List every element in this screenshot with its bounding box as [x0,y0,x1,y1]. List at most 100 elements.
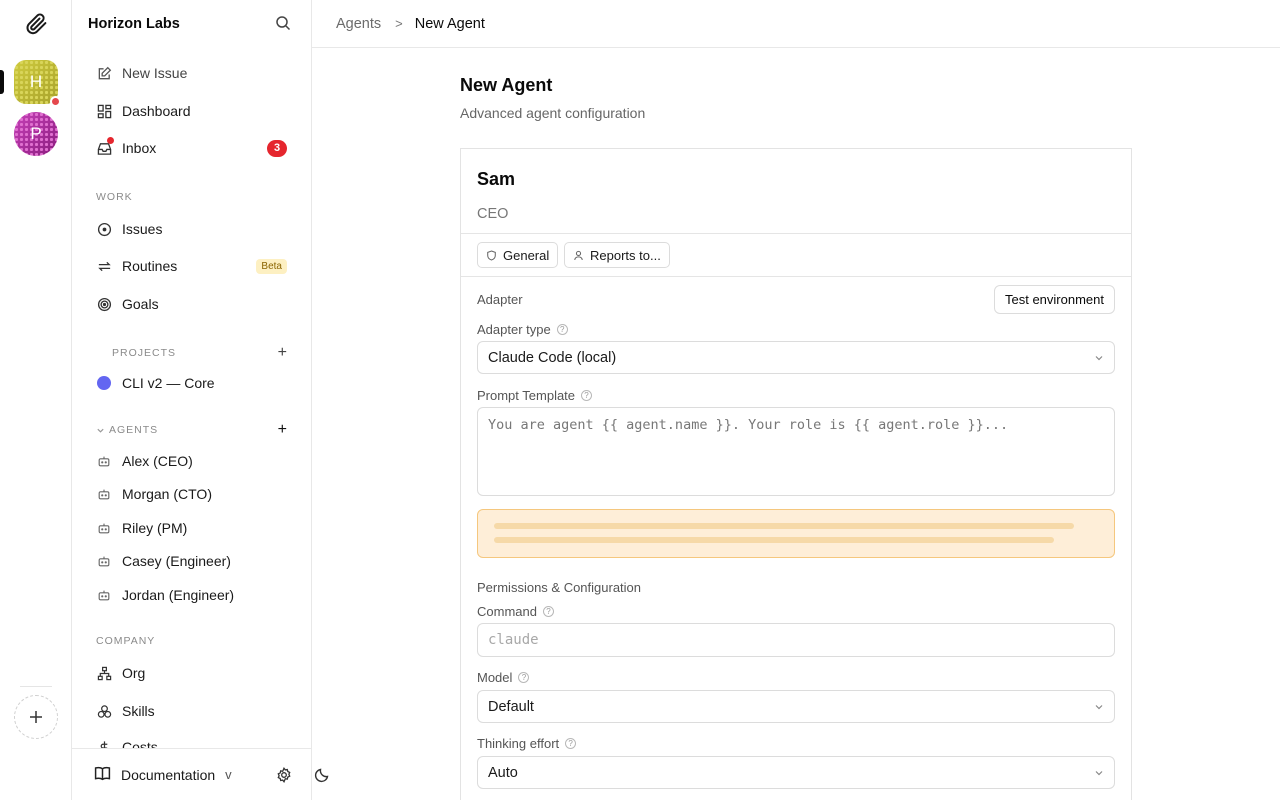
dashboard-icon [96,103,112,119]
paperclip-logo-icon[interactable] [24,12,48,36]
bot-icon [96,553,112,569]
help-icon[interactable]: ? [565,738,577,749]
goals-icon [96,296,112,312]
add-workspace-button[interactable] [14,695,58,739]
page-title: New Agent [460,75,553,95]
sidebar-item-agent[interactable]: Riley (PM) [88,512,295,544]
sidebar-item-costs[interactable]: Costs [88,732,295,748]
nav-label: CLI v2 — Core [122,375,215,391]
label-text: Prompt Template [477,388,576,403]
agent-role-field[interactable]: CEO [477,206,508,222]
command-input[interactable]: claude [477,623,1115,657]
adapter-type-select[interactable]: Claude Code (local) [477,341,1115,374]
label-text: Command [477,604,537,619]
add-project-button[interactable]: + [278,345,287,361]
section-label-agents[interactable]: AGENTS [96,424,158,436]
search-icon[interactable] [275,15,291,34]
sidebar-item-agent[interactable]: Morgan (CTO) [88,478,295,510]
section-label-company: COMPANY [96,635,156,647]
sidebar-item-inbox[interactable]: Inbox 3 [88,132,295,164]
bot-icon [96,453,112,469]
command-label: Command ? [477,604,554,619]
breadcrumb-separator: > [395,16,403,31]
divider [461,233,1131,234]
chip-label: Reports to... [590,247,661,263]
prompt-template-textarea[interactable]: You are agent {{ agent.name }}. Your rol… [477,407,1115,496]
org-icon [96,665,112,681]
sidebar-item-agent[interactable]: Jordan (Engineer) [88,579,295,611]
issues-icon [96,221,112,237]
help-icon[interactable]: ? [556,324,568,335]
warning-text-blurred [494,523,1074,529]
inbox-icon [96,137,114,156]
sidebar-item-issues[interactable]: Issues [88,213,295,245]
breadcrumb-agents-link[interactable]: Agents [336,16,381,32]
nav-label: Costs [122,739,158,748]
nav-label: Jordan (Engineer) [122,587,235,603]
sidebar-item-dashboard[interactable]: Dashboard [88,95,295,127]
select-value: Claude Code (local) [488,349,617,366]
nav-label: Org [122,665,146,681]
sidebar-item-org[interactable]: Org [88,657,295,689]
sidebar-item-routines[interactable]: Routines Beta [88,250,295,282]
label-text: Model [477,670,513,685]
warning-banner [477,509,1115,558]
nav-label: Routines [122,258,178,274]
project-item[interactable]: CLI v2 — Core [88,367,295,399]
settings-gear-icon[interactable] [276,766,292,784]
help-icon[interactable]: ? [581,390,593,401]
model-label: Model ? [477,670,530,685]
add-agent-button[interactable]: + [278,422,287,438]
label-text: Thinking effort [477,736,560,751]
sidebar-item-skills[interactable]: Skills [88,695,295,727]
unread-dot [107,137,114,144]
costs-icon [96,739,112,748]
nav-label: Alex (CEO) [122,453,193,469]
sidebar-header: Horizon Labs [72,0,311,48]
warning-text-blurred [494,537,1054,543]
nav-label: New Issue [122,65,188,81]
notification-dot [50,96,61,107]
edit-icon [96,65,112,81]
help-icon[interactable]: ? [518,672,530,683]
reports-to-chip[interactable]: Reports to... [564,242,670,268]
sidebar-item-agent[interactable]: Casey (Engineer) [88,545,295,577]
chevron-down-icon [1095,355,1103,360]
sidebar-footer: Documentation v [72,748,329,800]
sidebar-item-agent[interactable]: Alex (CEO) [88,445,295,477]
nav-label: Morgan (CTO) [122,486,212,502]
prompt-template-label: Prompt Template ? [477,388,593,403]
plus-icon [30,711,42,723]
agent-name-field[interactable]: Sam [477,169,515,190]
book-icon [94,765,111,785]
test-environment-button[interactable]: Test environment [994,285,1115,314]
sidebar-item-goals[interactable]: Goals [88,288,295,320]
workspace-rail: H P [0,0,72,800]
documentation-link[interactable]: Documentation [121,767,215,783]
help-icon[interactable]: ? [542,606,554,617]
bot-icon [96,520,112,536]
section-label-text: AGENTS [109,424,159,436]
dark-mode-moon-icon[interactable] [314,766,330,784]
select-value: Auto [488,764,518,781]
adapter-section-title: Adapter [477,292,523,307]
thinking-effort-label: Thinking effort ? [477,736,577,751]
workspace-initial: P [30,124,42,143]
company-name[interactable]: Horizon Labs [88,16,180,32]
new-issue-button[interactable]: New Issue [88,57,295,89]
thinking-effort-select[interactable]: Auto [477,756,1115,789]
model-select[interactable]: Default [477,690,1115,723]
workspace-avatar-p[interactable]: P [14,112,58,156]
sidebar: Horizon Labs New Issue Dashboard Inbox 3… [72,0,329,800]
skills-icon [96,703,112,719]
label-text: Adapter type [477,322,551,337]
general-chip[interactable]: General [477,242,559,268]
chevron-down-icon [97,428,104,433]
permissions-section-title: Permissions & Configuration [477,580,642,595]
nav-label: Goals [122,296,159,312]
nav-label: Dashboard [122,103,191,119]
project-color-dot [96,375,112,391]
chip-label: General [503,247,550,263]
beta-badge: Beta [256,258,287,274]
shield-icon [487,249,496,261]
